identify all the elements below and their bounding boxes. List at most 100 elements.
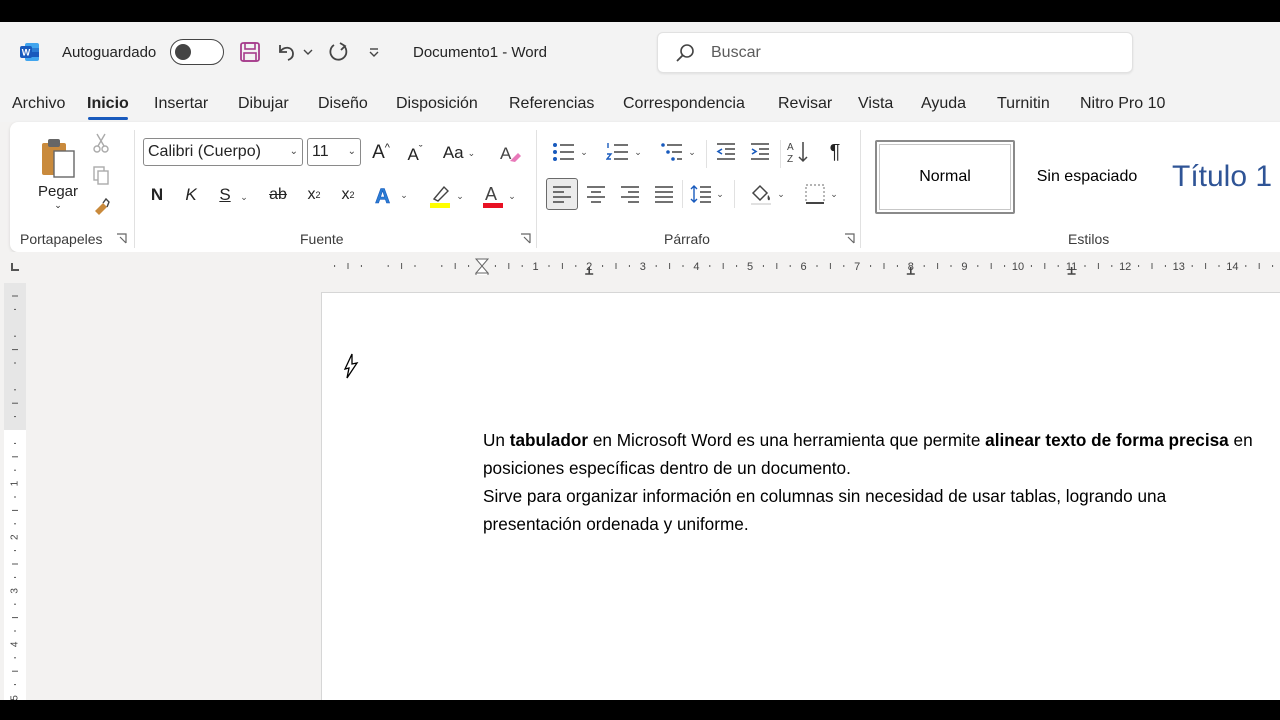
- tab-inicio[interactable]: Inicio: [87, 95, 129, 113]
- save-icon[interactable]: [238, 40, 262, 64]
- tab-vista[interactable]: Vista: [858, 95, 893, 113]
- ruler-number: 9: [961, 261, 967, 273]
- shrink-font-icon[interactable]: Aˇ: [402, 142, 428, 168]
- grow-font-icon[interactable]: A ^: [368, 140, 394, 166]
- separator: [134, 130, 135, 248]
- style-normal[interactable]: Normal: [875, 140, 1015, 214]
- text-effects-button[interactable]: A ⌄: [370, 182, 412, 208]
- undo-icon[interactable]: [274, 40, 298, 64]
- svg-text:A: A: [375, 185, 390, 207]
- ruler-number: 10: [1012, 261, 1024, 273]
- paragraph-launcher-icon[interactable]: [844, 233, 855, 244]
- italic-button[interactable]: K: [180, 182, 202, 208]
- paragraph-1: Un tabulador en Microsoft Word es una he…: [483, 430, 1253, 478]
- svg-text:Z: Z: [787, 154, 793, 164]
- active-tab-indicator: [88, 117, 128, 120]
- tab-ayuda[interactable]: Ayuda: [921, 95, 966, 113]
- ruler-number: 5: [747, 261, 753, 273]
- ruler-number: 1: [533, 261, 539, 273]
- cut-icon[interactable]: [90, 132, 112, 154]
- clear-formatting-icon[interactable]: A: [496, 140, 524, 166]
- tab-revisar[interactable]: Revisar: [778, 95, 832, 113]
- show-formatting-button[interactable]: ¶: [822, 138, 848, 166]
- underline-button[interactable]: S: [214, 182, 236, 208]
- align-left-button[interactable]: [546, 178, 578, 210]
- paste-button[interactable]: Pegar ⌄: [36, 130, 80, 218]
- horizontal-ruler[interactable]: 1 2 3 4 5 6 7 8 9 10 11 12 13 14: [320, 257, 1280, 275]
- paste-dropdown-icon[interactable]: ⌄: [54, 200, 62, 211]
- tab-dibujar[interactable]: Dibujar: [238, 95, 289, 113]
- customize-toolbar-icon[interactable]: [366, 40, 382, 64]
- undo-dropdown-icon[interactable]: [302, 40, 314, 64]
- font-size-value: 11: [312, 143, 329, 160]
- style-sin-espaciado[interactable]: Sin espaciado: [1017, 140, 1157, 214]
- left-indent-marker: [475, 272, 489, 275]
- document-body[interactable]: Un tabulador en Microsoft Word es una he…: [483, 426, 1263, 538]
- tab-diseno[interactable]: Diseño: [318, 95, 368, 113]
- styles-group-label: Estilos: [1068, 231, 1110, 247]
- bullets-icon: [553, 143, 575, 161]
- align-right-icon[interactable]: [616, 180, 644, 208]
- increase-indent-icon[interactable]: [746, 138, 774, 166]
- subscript-letter: x: [307, 186, 316, 203]
- strikethrough-button[interactable]: ab: [264, 182, 292, 208]
- separator: [734, 180, 735, 208]
- tab-disposicion[interactable]: Disposición: [396, 95, 478, 113]
- change-case-icon[interactable]: Aa ⌄: [438, 140, 480, 166]
- separator: [860, 130, 861, 248]
- font-name-select[interactable]: Calibri (Cuerpo) ⌄: [143, 138, 303, 166]
- superscript-button[interactable]: x2: [336, 182, 360, 208]
- subscript-button[interactable]: x2: [302, 182, 326, 208]
- svg-text:A: A: [485, 184, 497, 204]
- font-color-button[interactable]: A ⌄: [478, 182, 520, 210]
- tab-selector-icon[interactable]: [11, 263, 19, 271]
- underline-dropdown-icon[interactable]: ⌄: [236, 184, 248, 210]
- line-spacing-icon: [690, 185, 712, 203]
- clipboard-launcher-icon[interactable]: [116, 233, 127, 244]
- bold-button[interactable]: N: [146, 182, 168, 208]
- align-left-icon: [553, 186, 571, 203]
- format-painter-icon[interactable]: [90, 196, 112, 218]
- search-input[interactable]: Buscar: [657, 32, 1133, 73]
- highlight-button[interactable]: ⌄: [424, 182, 468, 210]
- numbering-button[interactable]: ⌄: [602, 138, 646, 166]
- ruler-number: 3: [10, 588, 21, 594]
- borders-icon: [805, 184, 825, 204]
- justify-icon[interactable]: [650, 180, 678, 208]
- separator: [780, 140, 781, 168]
- decrease-indent-icon[interactable]: [712, 138, 740, 166]
- bullets-button[interactable]: ⌄: [548, 138, 592, 166]
- svg-text:A: A: [787, 142, 794, 153]
- sort-icon[interactable]: AZ: [784, 138, 812, 166]
- ruler-number: 1: [10, 480, 21, 486]
- text-run: en Microsoft Word es una herramienta que…: [588, 430, 986, 450]
- borders-button[interactable]: ⌄: [798, 180, 844, 208]
- separator: [682, 180, 683, 208]
- autosave-label: Autoguardado: [62, 44, 157, 61]
- word-window: W Autoguardado Documento1 - Word Buscar …: [0, 0, 1280, 720]
- line-spacing-button[interactable]: ⌄: [686, 180, 728, 208]
- tab-insertar[interactable]: Insertar: [154, 95, 208, 113]
- font-launcher-icon[interactable]: [520, 233, 531, 244]
- copy-icon[interactable]: [90, 164, 112, 186]
- chevron-down-icon: ⌄: [347, 146, 356, 157]
- ruler-number: 4: [693, 261, 699, 273]
- align-center-icon[interactable]: [582, 180, 610, 208]
- vertical-ruler[interactable]: 12345: [0, 283, 30, 700]
- tab-correspondencia[interactable]: Correspondencia: [623, 95, 745, 113]
- font-size-select[interactable]: 11 ⌄: [307, 138, 361, 166]
- tab-turnitin[interactable]: Turnitin: [997, 95, 1050, 113]
- style-titulo-1[interactable]: Título 1: [1160, 140, 1280, 214]
- ribbon-tabs: Archivo Inicio Insertar Dibujar Diseño D…: [0, 86, 1280, 122]
- tab-archivo[interactable]: Archivo: [12, 95, 65, 113]
- text-effects-icon: A: [375, 185, 391, 207]
- word-logo-icon: W: [20, 43, 39, 61]
- tab-nitro-pro[interactable]: Nitro Pro 10: [1080, 95, 1165, 113]
- ruler-number: 3: [640, 261, 646, 273]
- paint-bucket-icon: [751, 184, 772, 205]
- autosave-toggle[interactable]: [170, 39, 224, 65]
- multilevel-list-button[interactable]: ⌄: [656, 138, 700, 166]
- redo-icon[interactable]: [326, 40, 350, 64]
- shading-button[interactable]: ⌄: [744, 180, 790, 208]
- tab-referencias[interactable]: Referencias: [509, 95, 594, 113]
